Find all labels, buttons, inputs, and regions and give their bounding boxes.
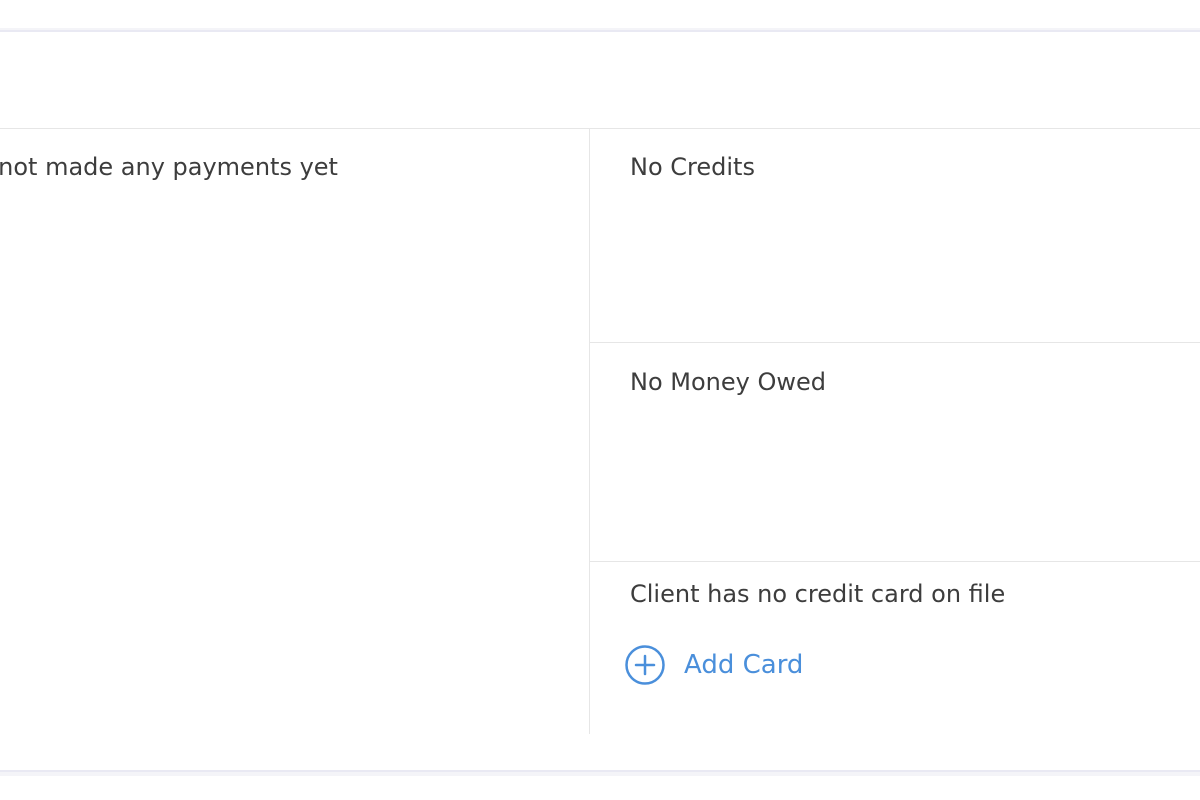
bottom-strip <box>0 776 1200 800</box>
credit-card-section: Client has no credit card on file Add Ca… <box>590 562 1200 734</box>
card-header: s <box>0 32 1200 129</box>
payments-empty-message: s not made any payments yet <box>0 153 338 181</box>
money-owed-status: No Money Owed <box>630 368 826 396</box>
add-card-button[interactable]: Add Card <box>624 644 803 686</box>
credit-card-status: Client has no credit card on file <box>630 580 1006 608</box>
top-strip <box>0 0 1200 28</box>
credits-section: No Credits <box>590 129 1200 343</box>
credits-status: No Credits <box>630 153 755 181</box>
money-owed-section: No Money Owed <box>590 343 1200 562</box>
billing-card: s s not made any payments yet No Credits… <box>0 30 1200 772</box>
plus-circle-icon <box>625 645 665 685</box>
account-summary-column: No Credits No Money Owed Client has no c… <box>590 129 1200 734</box>
payments-column: s not made any payments yet <box>0 129 590 734</box>
add-card-label: Add Card <box>684 650 804 680</box>
